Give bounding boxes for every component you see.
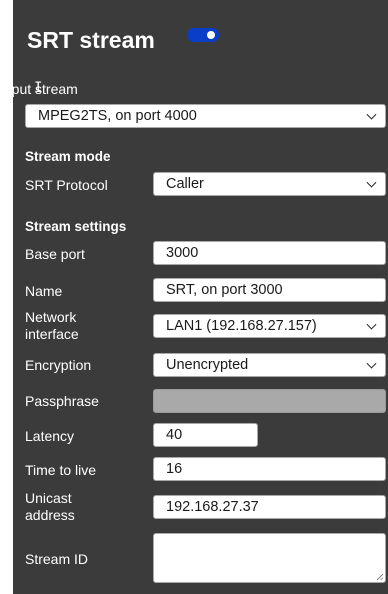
latency-value: 40 (166, 427, 183, 443)
input-stream-value: MPEG2TS, on port 4000 (38, 108, 197, 124)
latency-label: Latency (25, 428, 75, 444)
passphrase-input[interactable] (153, 389, 386, 413)
encryption-select[interactable]: Unencrypted (153, 353, 386, 377)
unicast-address-label: Unicast address (25, 490, 75, 524)
encryption-value: Unencrypted (166, 357, 249, 373)
srt-protocol-value: Caller (166, 176, 204, 192)
network-interface-label-line2: interface (25, 326, 79, 342)
chevron-down-icon (366, 109, 377, 120)
stream-settings-heading: Stream settings (25, 219, 127, 234)
name-label: Name (25, 283, 63, 299)
latency-input[interactable]: 40 (153, 423, 258, 447)
base-port-value: 3000 (166, 245, 199, 261)
chevron-down-icon (366, 177, 377, 188)
network-interface-value: LAN1 (192.168.27.157) (166, 318, 317, 334)
stream-id-label: Stream ID (25, 551, 89, 567)
base-port-input[interactable]: 3000 (153, 241, 386, 265)
text-cursor-icon: I (34, 80, 43, 96)
name-input[interactable]: SRT, on port 3000 (153, 278, 386, 302)
ttl-value: 16 (166, 461, 183, 477)
page-title: SRT stream (27, 27, 155, 53)
ttl-label: Time to live (25, 462, 97, 478)
name-value: SRT, on port 3000 (166, 282, 283, 298)
srt-protocol-label: SRT Protocol (25, 177, 108, 193)
ttl-input[interactable]: 16 (153, 457, 386, 481)
stream-mode-heading: Stream mode (25, 149, 111, 164)
resize-handle-icon[interactable] (377, 574, 383, 580)
chevron-down-icon (366, 319, 377, 330)
unicast-address-label-line1: Unicast (25, 490, 72, 506)
unicast-address-input[interactable]: 192.168.27.37 (153, 495, 386, 519)
network-interface-label: Network interface (25, 309, 79, 343)
enable-toggle[interactable] (187, 28, 219, 42)
encryption-label: Encryption (25, 357, 92, 373)
toggle-knob (207, 31, 215, 39)
srt-protocol-select[interactable]: Caller (153, 172, 386, 196)
input-stream-select[interactable]: MPEG2TS, on port 4000 (25, 104, 386, 128)
network-interface-select[interactable]: LAN1 (192.168.27.157) (153, 314, 386, 338)
chevron-down-icon (366, 358, 377, 369)
unicast-address-label-line2: address (25, 507, 75, 523)
passphrase-label: Passphrase (25, 393, 99, 409)
network-interface-label-line1: Network (25, 309, 77, 325)
base-port-label: Base port (25, 246, 85, 262)
unicast-address-value: 192.168.27.37 (166, 499, 259, 515)
stream-id-textarea[interactable] (153, 533, 386, 583)
